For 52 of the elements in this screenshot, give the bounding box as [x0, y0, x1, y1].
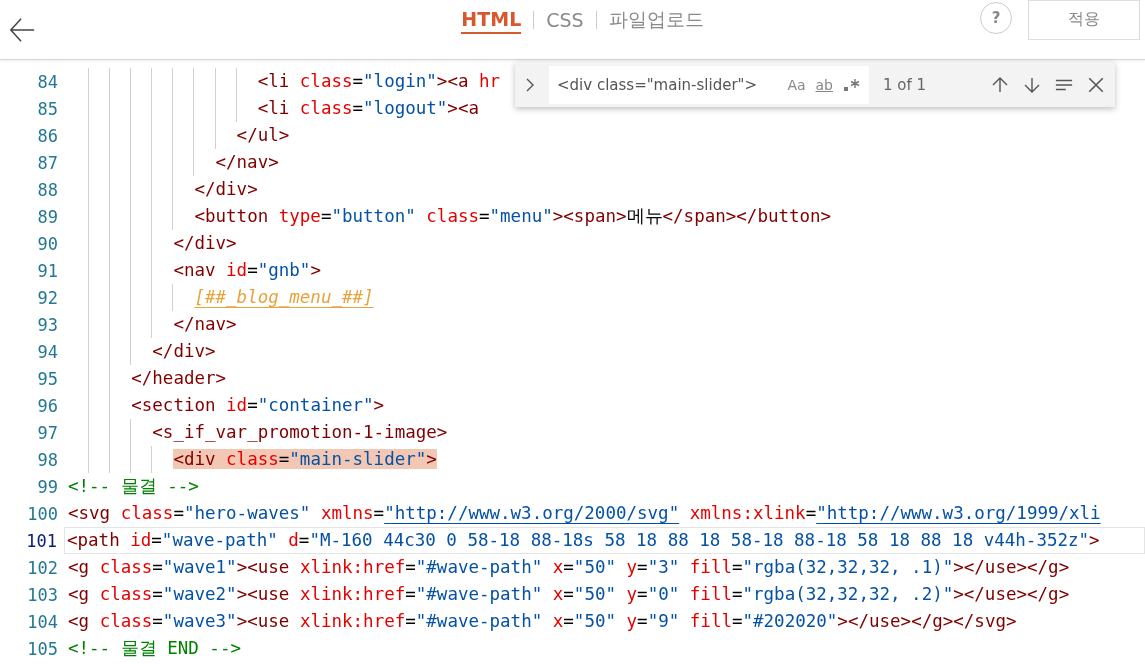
search-option-toggle[interactable]: Aa	[787, 76, 806, 93]
arrow-up-icon[interactable]	[991, 75, 1009, 94]
line-number: 89	[36, 206, 58, 227]
arrow-down-icon[interactable]	[1023, 75, 1041, 94]
match-count: 1 of 1	[883, 75, 927, 94]
line-number: 84	[36, 71, 58, 92]
regex-icon[interactable]	[843, 76, 861, 93]
code-line: <li class="logout"><a	[68, 95, 479, 122]
line-number: 100	[26, 503, 58, 524]
line-number: 93	[36, 314, 58, 335]
expand-chevron-icon[interactable]	[525, 76, 535, 93]
line-number: 101	[25, 530, 57, 551]
code-line: <button type="button" class="menu"><span>메뉴</span></button>	[68, 203, 832, 230]
code-line: <!-- 물결 END -->	[68, 635, 241, 662]
help-button[interactable]: ?	[980, 1, 1012, 34]
line-number: 103	[26, 584, 58, 605]
editor-tab[interactable]: HTML	[461, 6, 522, 34]
code-line: [##_blog_menu_##]	[68, 284, 374, 311]
code-line: <path id="wave-path" d="M-160 44c30 0 58-18 88-18s 58 18 88 18 58-18 88-18 58 18 88 18 v44h-352z">	[67, 527, 1100, 554]
line-number: 87	[36, 152, 58, 173]
code-line: <!-- 물결 -->	[68, 473, 199, 500]
line-number: 104	[26, 611, 58, 632]
line-number: 97	[36, 422, 58, 443]
line-number: 95	[36, 368, 58, 389]
line-number: 105	[26, 638, 58, 659]
code-line: </header>	[68, 365, 227, 392]
line-number: 86	[36, 125, 58, 146]
close-icon[interactable]	[1087, 75, 1105, 94]
code-line: <section id="container">	[68, 392, 385, 419]
back-arrow-icon[interactable]	[8, 15, 36, 44]
code-line: <li class="login"><a hr	[68, 68, 501, 95]
line-number: 88	[36, 179, 58, 200]
editor-tab[interactable]: 파일업로드	[608, 5, 704, 35]
code-line: <g class="wave3"><use xlink:href="#wave-path" x="50" y="9" fill="#202020"></use></g></svg>	[68, 608, 1017, 635]
editor-tab[interactable]: CSS	[546, 7, 584, 33]
line-number: 85	[36, 98, 58, 119]
apply-button[interactable]: 적용	[1028, 0, 1140, 40]
code-line: <nav id="gnb">	[68, 257, 321, 284]
line-number: 91	[36, 260, 58, 281]
code-line: <s_if_var_promotion-1-image>	[68, 419, 448, 446]
line-number: 94	[36, 341, 58, 362]
line-number: 102	[26, 557, 58, 578]
find-input-field[interactable]: <div class="main-slider"> Aa ab	[549, 65, 869, 104]
line-number: 96	[36, 395, 58, 416]
line-number: 90	[36, 233, 58, 254]
line-number: 99	[36, 476, 58, 497]
code-line: <g class="wave2"><use xlink:href="#wave-path" x="50" y="0" fill="rgba(32,32,32, .2)"></use></g>	[68, 581, 1070, 608]
line-number: 92	[36, 287, 58, 308]
search-option-toggle[interactable]: ab	[815, 76, 833, 93]
code-line: <svg class="hero-waves" xmlns="http://www.w3.org/2000/svg" xmlns:xlink="http://www.w3.org/1999/xli	[68, 500, 1101, 527]
line-number: 98	[36, 449, 58, 470]
code-line: <g class="wave1"><use xlink:href="#wave-path" x="50" y="3" fill="rgba(32,32,32, .1)"></use></g>	[68, 554, 1070, 581]
